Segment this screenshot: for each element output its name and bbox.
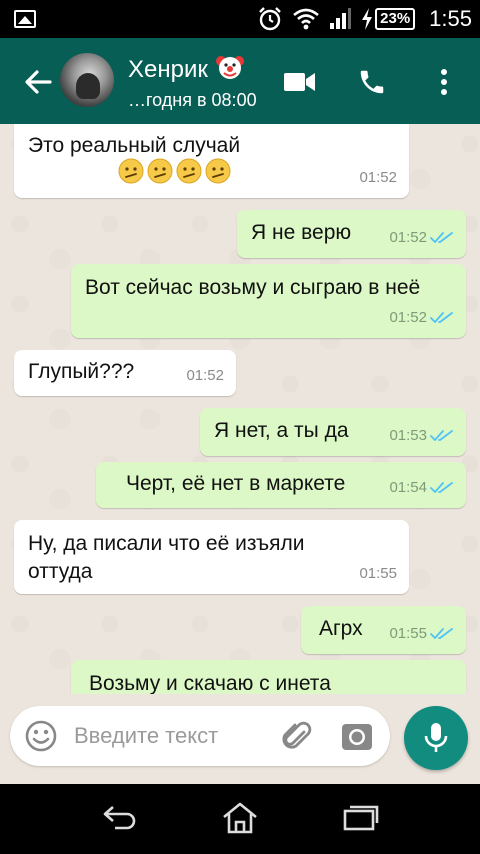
status-icons: 23% 1:55 [257, 0, 472, 38]
nav-home-button[interactable] [220, 800, 260, 836]
double-check-read-icon [430, 628, 453, 639]
message-text: Вот сейчас возьму и сыграю в неё [85, 276, 421, 299]
clown-emoji-icon [215, 56, 244, 79]
alarm-icon [259, 7, 281, 31]
confused-face-emoji-icon [118, 158, 144, 184]
message-outgoing[interactable]: Возьму и скачаю с инета [71, 660, 466, 694]
message-meta: 01:55 [389, 620, 454, 648]
compose-field [10, 706, 390, 766]
message-time: 01:54 [389, 479, 427, 496]
message-time: 01:52 [389, 229, 427, 246]
message-incoming[interactable]: Ну, да писали что её изъяли оттуда 01:55 [14, 520, 409, 594]
smiley-icon [25, 720, 57, 752]
confused-face-emoji-icon [176, 158, 202, 184]
message-meta: 01:52 [359, 164, 397, 192]
emoji-row [118, 158, 234, 184]
overflow-menu-button[interactable] [424, 62, 464, 102]
message-outgoing[interactable]: Агрх 01:55 [301, 606, 466, 654]
double-check-read-icon [430, 232, 453, 243]
arrow-left-icon [25, 70, 52, 94]
contact-name-text: Хенрик [128, 56, 208, 83]
confused-face-emoji-icon [205, 158, 231, 184]
message-time: 01:53 [389, 427, 427, 444]
message-text: Возьму и скачаю с инета [89, 672, 331, 694]
nav-home-icon [223, 802, 257, 834]
wifi-icon [293, 8, 319, 30]
voice-call-button[interactable] [352, 62, 392, 102]
message-text: Это реальный случай [28, 126, 395, 160]
microphone-icon [424, 723, 448, 752]
double-check-read-icon [430, 312, 453, 323]
paperclip-icon [282, 721, 312, 749]
phone-icon [360, 70, 384, 94]
contact-last-seen: …годня в 08:00 [128, 90, 257, 110]
voice-message-button[interactable] [404, 706, 468, 770]
message-incoming[interactable]: Это реальный случай 01:52 [14, 124, 409, 198]
message-text-content: Это реальный случай [28, 134, 241, 157]
compose-bar [0, 694, 480, 784]
nav-back-icon [103, 806, 136, 830]
attach-button[interactable] [280, 720, 314, 754]
message-time: 01:55 [359, 565, 397, 582]
status-bar: 23% 1:55 [0, 0, 480, 38]
message-time: 01:55 [389, 625, 427, 642]
message-time: 01:52 [389, 309, 427, 326]
message-outgoing[interactable]: Черт, её нет в маркете 01:54 [96, 462, 466, 508]
message-meta: 01:52 [186, 362, 224, 390]
confused-face-emoji-icon [147, 158, 173, 184]
video-camera-icon [284, 73, 315, 91]
battery-indicator: 23% [361, 8, 416, 30]
contact-name[interactable]: Хенрик [128, 52, 245, 84]
message-meta: 01:52 [389, 304, 454, 332]
message-outgoing[interactable]: Я не верю 01:52 [237, 210, 466, 258]
more-vertical-icon [441, 69, 447, 95]
message-time: 01:52 [186, 367, 224, 384]
avatar[interactable] [60, 53, 114, 107]
signal-icon [330, 8, 352, 29]
video-call-button[interactable] [280, 62, 320, 102]
status-clock: 1:55 [429, 6, 472, 31]
message-input[interactable] [74, 718, 274, 754]
battery-level: 23% [375, 8, 416, 30]
double-check-read-icon [430, 482, 453, 493]
nav-recent-icon [343, 805, 379, 831]
charging-bolt-icon [362, 8, 373, 30]
message-meta: 01:55 [359, 560, 397, 588]
message-list[interactable]: Это реальный случай 01:52 Я не верю 01:5… [0, 124, 480, 694]
system-navigation-bar [0, 784, 480, 854]
message-outgoing[interactable]: Я нет, а ты да 01:53 [200, 408, 466, 456]
message-meta: 01:54 [389, 474, 454, 502]
camera-button[interactable] [340, 720, 374, 754]
message-outgoing[interactable]: Вот сейчас возьму и сыграю в неё 01:52 [71, 264, 466, 338]
message-text: Ну, да писали что её изъяли оттуда [28, 532, 305, 583]
camera-icon [342, 724, 372, 750]
message-time: 01:52 [359, 169, 397, 186]
double-check-read-icon [430, 430, 453, 441]
message-meta: 01:52 [389, 224, 454, 252]
message-meta: 01:53 [389, 422, 454, 450]
chat-header: Хенрик …годня в 08:00 [0, 38, 480, 124]
nav-back-button[interactable] [100, 800, 140, 836]
image-icon [14, 10, 36, 28]
emoji-button[interactable] [24, 719, 58, 753]
back-button[interactable] [20, 64, 56, 100]
nav-recent-apps-button[interactable] [340, 800, 380, 836]
message-incoming[interactable]: Глупый??? 01:52 [14, 350, 236, 396]
